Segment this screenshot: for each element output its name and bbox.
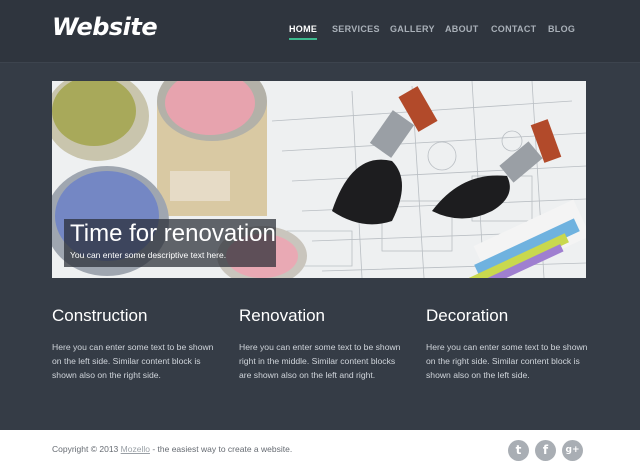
- site-header: Website HOME SERVICES GALLERY ABOUT CONT…: [0, 0, 640, 63]
- block-heading: Renovation: [239, 306, 326, 325]
- block-text: Here you can enter some text to be shown…: [239, 342, 401, 380]
- nav-item-home[interactable]: HOME: [289, 24, 318, 40]
- hero-banner: Time for renovation You can enter some d…: [52, 81, 586, 278]
- block-text: Here you can enter some text to be shown…: [52, 342, 214, 380]
- nav-item-blog[interactable]: BLOG: [548, 24, 575, 34]
- hero-title: Time for renovation: [70, 220, 276, 247]
- content-block-renovation: Renovation Here you can enter some text …: [239, 306, 409, 382]
- google-plus-icon[interactable]: g+: [562, 440, 583, 461]
- block-text: Here you can enter some text to be shown…: [426, 342, 588, 380]
- site-footer: Copyright © 2013 Mozello - the easiest w…: [0, 430, 640, 470]
- nav-item-gallery[interactable]: GALLERY: [390, 24, 435, 34]
- active-nav-indicator: [289, 38, 318, 40]
- content-block-decoration: Decoration Here you can enter some text …: [426, 306, 596, 382]
- hero-caption: Time for renovation You can enter some d…: [64, 219, 276, 267]
- copyright-suffix: - the easiest way to create a website.: [152, 444, 293, 454]
- twitter-icon[interactable]: t: [508, 440, 529, 461]
- nav-item-services[interactable]: SERVICES: [332, 24, 380, 34]
- nav-item-about[interactable]: ABOUT: [445, 24, 479, 34]
- content-block-construction: Construction Here you can enter some tex…: [52, 306, 222, 382]
- mozello-link[interactable]: Mozello: [121, 444, 150, 454]
- copyright-prefix: Copyright © 2013: [52, 444, 119, 454]
- block-heading: Decoration: [426, 306, 509, 325]
- block-heading: Construction: [52, 306, 148, 325]
- copyright-text: Copyright © 2013 Mozello - the easiest w…: [52, 444, 292, 454]
- facebook-icon[interactable]: f: [535, 440, 556, 461]
- hero-description: You can enter some descriptive text here…: [70, 250, 227, 260]
- main-nav: HOME SERVICES GALLERY ABOUT CONTACT BLOG: [0, 24, 640, 44]
- nav-item-label: HOME: [289, 24, 318, 34]
- nav-item-contact[interactable]: CONTACT: [491, 24, 536, 34]
